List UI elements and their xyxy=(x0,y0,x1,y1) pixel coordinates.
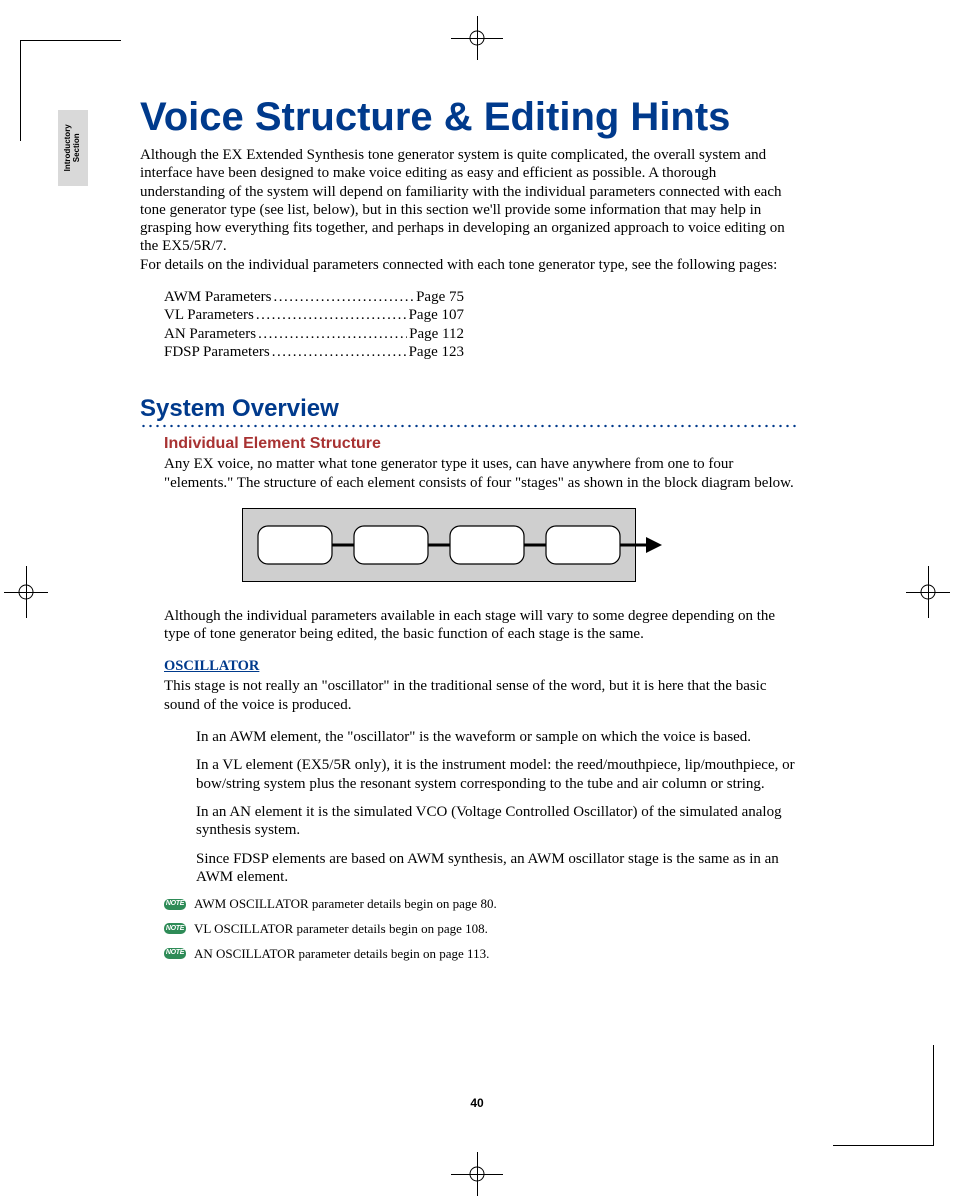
registration-mark-top xyxy=(465,18,489,58)
oscillator-heading: OSCILLATOR xyxy=(164,658,800,676)
intro-paragraph: Although the EX Extended Synthesis tone … xyxy=(140,146,800,274)
param-row: AWM Parameters .........................… xyxy=(164,288,464,306)
note-line: NOTE AWM OSCILLATOR parameter details be… xyxy=(164,896,800,912)
stages-block-diagram xyxy=(242,508,800,587)
page-content: Voice Structure & Editing Hints Although… xyxy=(140,95,800,971)
param-label: AWM Parameters xyxy=(164,288,272,306)
param-page: Page 107 xyxy=(409,306,464,324)
oscillator-paragraph: This stage is not really an "oscillator"… xyxy=(164,677,800,714)
note-badge-icon: NOTE xyxy=(164,899,186,910)
dotted-rule xyxy=(140,423,800,429)
registration-mark-left xyxy=(6,580,46,604)
note-text: AWM OSCILLATOR parameter details begin o… xyxy=(194,896,497,912)
reg-mark-icon xyxy=(908,580,948,604)
note-badge-icon: NOTE xyxy=(164,948,186,959)
leader-dots: ............................ xyxy=(272,343,407,361)
bullet-item: Since FDSP elements are based on AWM syn… xyxy=(196,850,800,887)
parameter-page-list: AWM Parameters .........................… xyxy=(164,288,464,361)
bullet-item: In an AWM element, the "oscillator" is t… xyxy=(196,728,800,746)
reg-mark-icon xyxy=(6,580,46,604)
param-page: Page 123 xyxy=(409,343,464,361)
param-row: AN Parameters ..........................… xyxy=(164,325,464,343)
reg-mark-icon xyxy=(465,1154,489,1194)
param-label: FDSP Parameters xyxy=(164,343,270,361)
registration-mark-right xyxy=(908,580,948,604)
page-number: 40 xyxy=(470,1096,483,1110)
param-page: Page 112 xyxy=(409,325,464,343)
note-text: AN OSCILLATOR parameter details begin on… xyxy=(194,946,489,962)
leader-dots: ............................ xyxy=(274,288,415,306)
section-tab: IntroductorySection xyxy=(58,110,88,186)
param-row: FDSP Parameters ........................… xyxy=(164,343,464,361)
section-heading: System Overview xyxy=(140,395,800,423)
subsection-heading: Individual Element Structure xyxy=(164,435,800,453)
note-badge-icon: NOTE xyxy=(164,923,186,934)
param-page: Page 75 xyxy=(416,288,464,306)
param-label: VL Parameters xyxy=(164,306,254,324)
page-title: Voice Structure & Editing Hints xyxy=(140,95,800,140)
registration-mark-bottom xyxy=(465,1154,489,1194)
note-line: NOTE AN OSCILLATOR parameter details beg… xyxy=(164,946,800,962)
bullet-item: In a VL element (EX5/5R only), it is the… xyxy=(196,756,800,793)
reg-mark-icon xyxy=(465,18,489,58)
param-label: AN Parameters xyxy=(164,325,256,343)
note-line: NOTE VL OSCILLATOR parameter details beg… xyxy=(164,921,800,937)
leader-dots: ................................ xyxy=(256,306,407,324)
param-row: VL Parameters ..........................… xyxy=(164,306,464,324)
although-paragraph: Although the individual parameters avail… xyxy=(164,607,800,644)
leader-dots: ............................... xyxy=(258,325,407,343)
bullet-item: In an AN element it is the simulated VCO… xyxy=(196,803,800,840)
crop-corner-bottom-right xyxy=(833,1045,934,1146)
oscillator-details: In an AWM element, the "oscillator" is t… xyxy=(196,728,800,886)
element-structure-paragraph: Any EX voice, no matter what tone genera… xyxy=(164,455,800,492)
section-tab-label: IntroductorySection xyxy=(64,124,82,171)
note-text: VL OSCILLATOR parameter details begin on… xyxy=(194,921,488,937)
